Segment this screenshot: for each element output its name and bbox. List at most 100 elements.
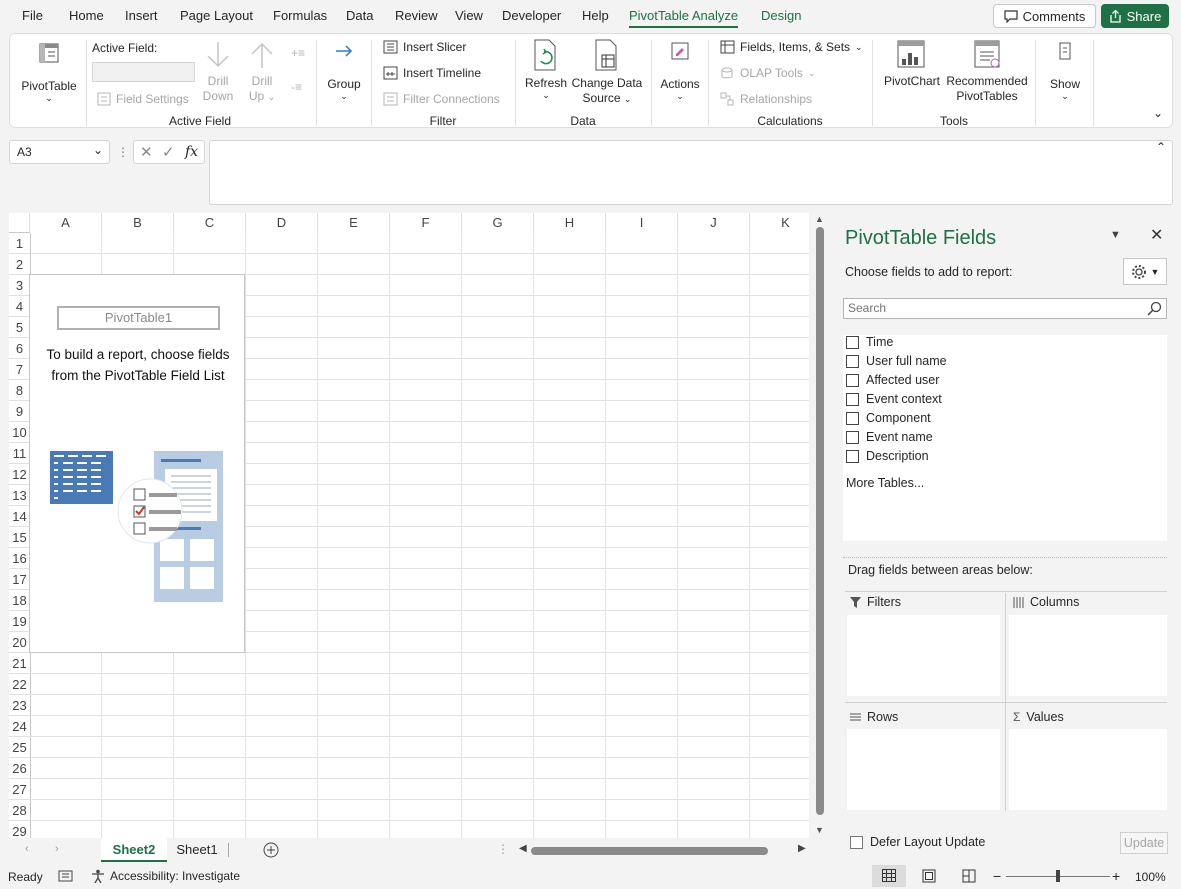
field-checkbox[interactable]	[846, 354, 859, 368]
row-header[interactable]: 22	[9, 674, 30, 695]
sheet-tab-sheet1[interactable]: Sheet1	[169, 838, 225, 862]
sheet-tab-sheet2[interactable]: Sheet2	[101, 838, 167, 862]
row-header[interactable]: 21	[9, 653, 30, 674]
tab-file[interactable]: File	[22, 8, 43, 23]
comments-button[interactable]: Comments	[993, 4, 1096, 28]
macro-record-icon[interactable]	[58, 869, 74, 883]
field-checkbox[interactable]	[846, 392, 859, 406]
formula-input[interactable]: ⌃	[209, 140, 1173, 205]
drill-up-button[interactable]: Drill Up ⌄	[244, 40, 280, 105]
row-header[interactable]: 25	[9, 737, 30, 758]
columns-drop-zone[interactable]	[1009, 615, 1167, 696]
field-checkbox[interactable]	[846, 430, 859, 444]
field-search-box[interactable]	[843, 298, 1167, 319]
tab-page-layout[interactable]: Page Layout	[180, 8, 253, 23]
collapse-ribbon-icon[interactable]: ⌄	[1153, 106, 1163, 120]
scroll-down-icon[interactable]: ▼	[815, 825, 824, 835]
expand-field-icon[interactable]: +≡	[291, 46, 305, 60]
column-header[interactable]: C	[174, 213, 246, 233]
row-header[interactable]: 10	[9, 422, 30, 443]
row-header[interactable]: 18	[9, 590, 30, 611]
field-checkbox[interactable]	[846, 335, 859, 349]
update-button[interactable]: Update	[1120, 832, 1168, 854]
row-header[interactable]: 3	[9, 275, 30, 296]
drill-down-button[interactable]: Drill Down	[200, 40, 236, 104]
chevron-down-icon[interactable]: ⌄	[93, 143, 103, 157]
filter-connections-button[interactable]: Filter Connections	[383, 92, 500, 106]
relationships-button[interactable]: Relationships	[720, 92, 812, 106]
insert-timeline-button[interactable]: Insert Timeline	[383, 66, 481, 80]
name-box[interactable]: A3 ⌄	[9, 140, 110, 164]
row-header[interactable]: 16	[9, 548, 30, 569]
row-header[interactable]: 6	[9, 338, 30, 359]
row-header[interactable]: 2	[9, 254, 30, 275]
filters-drop-zone[interactable]	[847, 615, 1000, 696]
field-checkbox[interactable]	[846, 411, 859, 425]
tab-formulas[interactable]: Formulas	[273, 8, 327, 23]
row-header[interactable]: 12	[9, 464, 30, 485]
close-icon[interactable]: ✕	[1150, 225, 1163, 245]
tools-gear-button[interactable]: ▼	[1123, 258, 1167, 285]
row-header[interactable]: 14	[9, 506, 30, 527]
normal-view-button[interactable]	[872, 865, 906, 887]
row-header[interactable]: 26	[9, 758, 30, 779]
more-tables-link[interactable]: More Tables...	[846, 476, 924, 490]
row-header[interactable]: 19	[9, 611, 30, 632]
column-header[interactable]: I	[606, 213, 678, 233]
collapse-field-icon[interactable]: -≡	[291, 80, 302, 94]
pivottable-placeholder[interactable]: PivotTable1 To build a report, choose fi…	[29, 274, 245, 653]
column-header[interactable]: D	[246, 213, 318, 233]
scroll-left-icon[interactable]: ◀	[519, 843, 527, 854]
column-header[interactable]: F	[390, 213, 462, 233]
cancel-icon[interactable]: ✕	[140, 143, 153, 161]
worksheet-grid[interactable]: A B C D E F G H I J K 1 2 3 4 5 6 7 8 9 10 11 12 13 1…	[9, 213, 809, 838]
tab-design[interactable]: Design	[761, 8, 801, 23]
more-options-icon[interactable]: ⋮	[117, 145, 129, 159]
tab-splitter-icon[interactable]: ⋮	[497, 842, 509, 856]
add-sheet-icon[interactable]	[263, 842, 279, 858]
field-item[interactable]: Event context	[846, 392, 942, 406]
column-header[interactable]: G	[462, 213, 534, 233]
olap-tools-button[interactable]: OLAP Tools ⌄	[720, 66, 815, 80]
show-button[interactable]: Show ⌄	[1040, 40, 1090, 101]
tab-help[interactable]: Help	[582, 8, 609, 23]
tab-pivottable-analyze[interactable]: PivotTable Analyze	[629, 8, 739, 28]
group-button[interactable]: Group ⌄	[322, 40, 366, 101]
enter-icon[interactable]: ✓	[162, 143, 175, 161]
tab-home[interactable]: Home	[69, 8, 104, 23]
row-header[interactable]: 5	[9, 317, 30, 338]
row-header[interactable]: 7	[9, 359, 30, 380]
pivotchart-button[interactable]: PivotChart	[878, 39, 946, 89]
field-item[interactable]: Description	[846, 449, 929, 463]
tab-review[interactable]: Review	[395, 8, 438, 23]
next-sheet-icon[interactable]: ›	[55, 843, 59, 855]
column-header[interactable]: E	[318, 213, 390, 233]
row-header[interactable]: 11	[9, 443, 30, 464]
field-item[interactable]: User full name	[846, 354, 947, 368]
row-header[interactable]: 27	[9, 779, 30, 800]
accessibility-status[interactable]: Accessibility: Investigate	[91, 869, 240, 883]
pane-splitter[interactable]	[843, 557, 1167, 558]
tab-data[interactable]: Data	[346, 8, 373, 23]
row-header[interactable]: 13	[9, 485, 30, 506]
column-header[interactable]: K	[750, 213, 809, 233]
share-button[interactable]: Share	[1101, 4, 1169, 28]
row-header[interactable]: 15	[9, 527, 30, 548]
page-break-view-icon[interactable]	[962, 869, 976, 883]
defer-checkbox[interactable]	[850, 835, 863, 849]
field-settings-button[interactable]: Field Settings	[97, 92, 189, 106]
values-drop-zone[interactable]	[1009, 729, 1167, 810]
tab-view[interactable]: View	[455, 8, 483, 23]
scroll-up-icon[interactable]: ▲	[815, 214, 824, 224]
tab-developer[interactable]: Developer	[502, 8, 561, 23]
row-header[interactable]: 24	[9, 716, 30, 737]
column-header[interactable]: H	[534, 213, 606, 233]
search-input[interactable]	[844, 299, 1134, 317]
field-item[interactable]: Component	[846, 411, 931, 425]
fields-items-sets-button[interactable]: Fields, Items, & Sets ⌄	[720, 40, 863, 54]
column-header[interactable]: A	[30, 213, 102, 233]
prev-sheet-icon[interactable]: ‹	[25, 843, 29, 855]
column-header[interactable]: J	[678, 213, 750, 233]
zoom-slider-thumb[interactable]	[1056, 870, 1060, 882]
chevron-up-icon[interactable]: ⌃	[1156, 140, 1166, 154]
